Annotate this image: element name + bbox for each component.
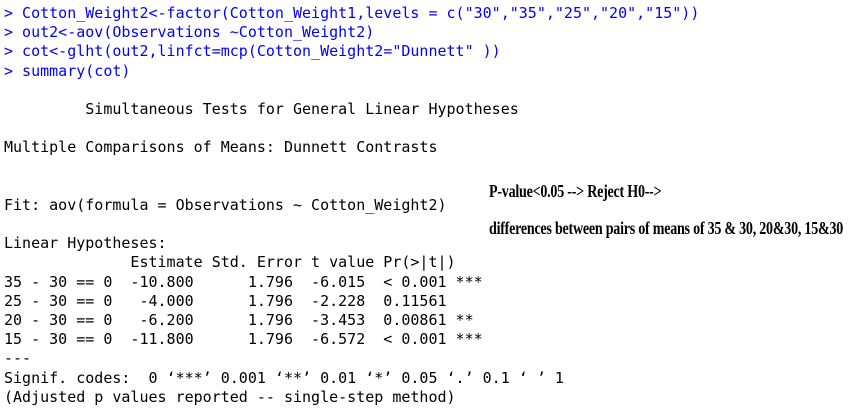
command-line-summary: > summary(cot) [4,61,131,80]
output-table-header: Estimate Std. Error t value Pr(>|t|) [4,253,492,272]
annotation-pvalue: P-value<0.05 --> Reject H0--> [489,181,662,201]
output-fit: Fit: aov(formula = Observations ~ Cotton… [4,195,447,214]
output-comparisons: Multiple Comparisons of Means: Dunnett C… [4,138,438,157]
output-separator: --- [4,349,32,368]
command-line-factor: > Cotton_Weight2<-factor(Cotton_Weight1,… [4,4,700,22]
r-console: > Cotton_Weight2<-factor(Cotton_Weight1,… [4,4,866,416]
output-adjusted-note: (Adjusted p values reported -- single-st… [4,387,456,406]
command-line-glht: > cot<-glht(out2,linfct=mcp(Cotton_Weigh… [4,42,501,61]
output-table-row: 35 - 30 == 0 -10.800 1.796 -6.015 < 0.00… [4,272,483,291]
output-title: Simultaneous Tests for General Linear Hy… [4,99,519,118]
output-table-row: 25 - 30 == 0 -4.000 1.796 -2.228 0.11561 [4,291,483,310]
annotation-differences: differences between pairs of means of 35… [489,218,844,238]
output-table-row: 20 - 30 == 0 -6.200 1.796 -3.453 0.00861… [4,311,483,329]
output-signif-codes: Signif. codes: 0 ‘***’ 0.001 ‘**’ 0.01 ‘… [4,368,564,387]
output-table-row: 15 - 30 == 0 -11.800 1.796 -6.572 < 0.00… [4,330,483,349]
command-line-aov: > out2<-aov(Observations ~Cotton_Weight2… [4,23,375,42]
